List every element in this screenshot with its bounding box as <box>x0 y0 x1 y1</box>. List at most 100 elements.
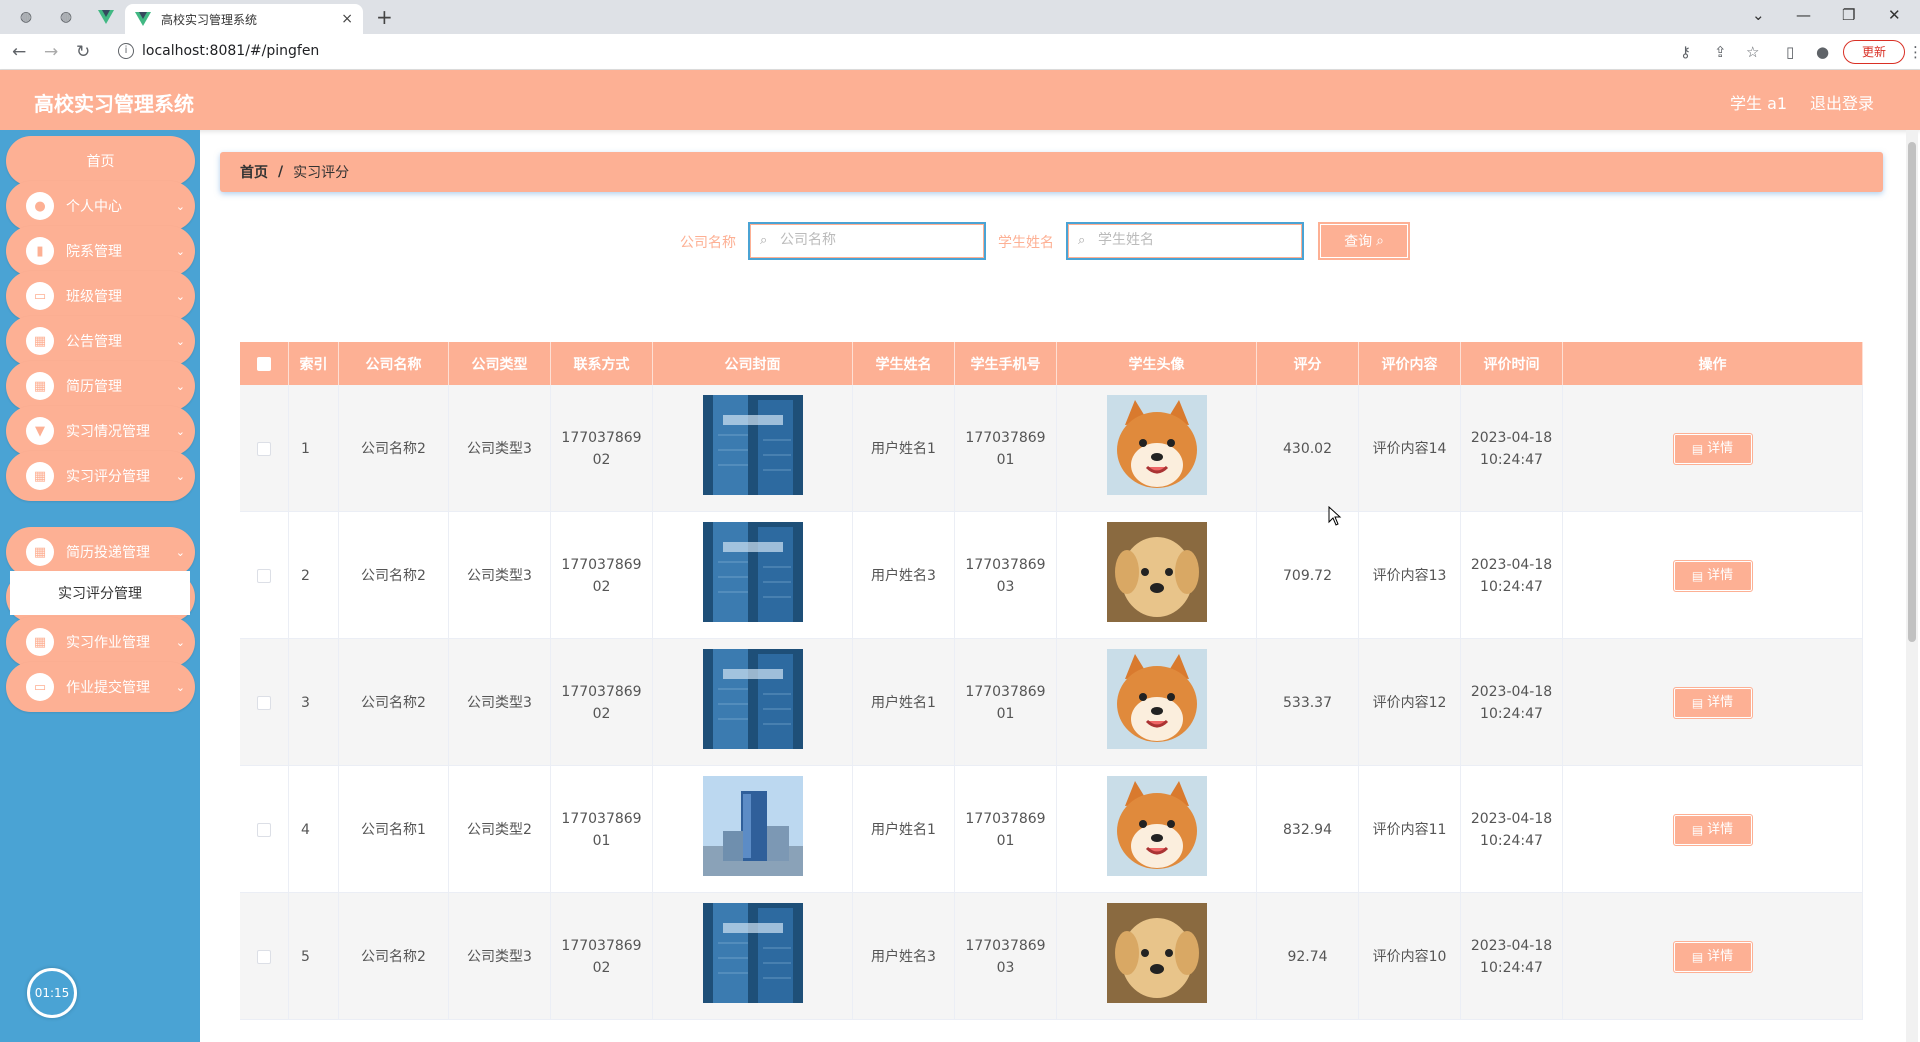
close-window-button[interactable]: ✕ <box>1888 6 1901 24</box>
detail-button[interactable]: ▤ 详情 <box>1672 813 1753 846</box>
company-cover-image[interactable] <box>702 776 803 883</box>
phone-line: 177037869 <box>965 683 1046 700</box>
star-icon[interactable]: ☆ <box>1746 43 1759 61</box>
sidebar-item-3[interactable]: ▭ 班级管理 ⌄ <box>6 271 195 321</box>
profile-icon[interactable]: ● <box>1816 43 1829 61</box>
sidebar-item-5[interactable]: ▦ 简历管理 ⌄ <box>6 361 195 411</box>
table-row[interactable]: 3 公司名称2 公司类型3 177037869 02 用户姓名1 177037869 01 53… <box>240 639 1863 766</box>
student-name-input[interactable] <box>1098 232 1288 248</box>
company-cover-image[interactable] <box>702 395 803 502</box>
sidebar: 首页 ● 个人中心 ⌄ ▮ 院系管理 ⌄ ▭ 班级管理 ⌄ ▦ 公告管理 ⌄ ▦ 简历管理 ⌄ ▼ 实习情况管理… <box>0 130 200 1042</box>
submenu-item-internship-score[interactable]: 实习评分管理 <box>10 571 190 615</box>
forward-icon[interactable]: → <box>44 42 58 62</box>
sidebar-item-4[interactable]: ▦ 公告管理 ⌄ <box>6 316 195 366</box>
sidebar-item-6[interactable]: ▼ 实习情况管理 ⌄ <box>6 406 195 456</box>
col-contact-header[interactable]: 联系方式 <box>551 342 653 385</box>
tab-close-button[interactable]: × <box>341 11 353 27</box>
cell-comment: 评价内容12 <box>1372 694 1447 711</box>
page-scrollbar[interactable] <box>1906 130 1918 1042</box>
sidepanel-icon[interactable]: ▯ <box>1786 43 1794 61</box>
sidebar-item-11[interactable]: ▭ 作业提交管理 ⌄ <box>6 662 195 712</box>
cell-company: 公司名称2 <box>361 694 426 711</box>
sidebar-item-1[interactable]: ● 个人中心 ⌄ <box>6 181 195 231</box>
student-avatar-image[interactable] <box>1106 903 1207 1010</box>
col-score-header[interactable]: 评分 <box>1257 342 1359 385</box>
cell-phone: 177037869 01 <box>965 808 1045 852</box>
student-avatar-image[interactable] <box>1106 776 1207 883</box>
query-button[interactable]: 查询 ⌕ <box>1318 222 1410 260</box>
restore-button[interactable]: ❐ <box>1842 6 1855 24</box>
col-type-header[interactable]: 公司类型 <box>449 342 551 385</box>
sidebar-item-10[interactable]: ▦ 实习作业管理 ⌄ <box>6 617 195 667</box>
info-icon[interactable]: i <box>118 43 134 59</box>
select-all-checkbox[interactable] <box>257 356 271 371</box>
share-icon[interactable]: ⇪ <box>1714 43 1727 61</box>
phone-line: 03 <box>996 578 1015 595</box>
detail-button[interactable]: ▤ 详情 <box>1672 559 1753 592</box>
col-phone-header[interactable]: 学生手机号 <box>955 342 1057 385</box>
globe-icon[interactable]: ◍ <box>56 7 76 27</box>
row-checkbox[interactable] <box>257 695 271 710</box>
sidebar-item-8[interactable]: ▦ 简历投递管理 ⌄ <box>6 527 195 577</box>
time-line: 10:24:47 <box>1480 705 1543 722</box>
grid-icon: ▦ <box>26 538 54 566</box>
time-line: 2023-04-18 <box>1470 556 1553 573</box>
col-score-cell: 709.72 <box>1257 512 1359 639</box>
col-student-header[interactable]: 学生姓名 <box>853 342 955 385</box>
company-cover-image[interactable] <box>702 903 803 1010</box>
sidebar-item-2[interactable]: ▮ 院系管理 ⌄ <box>6 226 195 276</box>
cell-time: 2023-04-18 10:24:47 <box>1471 427 1552 471</box>
logout-link[interactable]: 退出登录 <box>1810 90 1874 114</box>
col-action-header[interactable]: 操作 <box>1563 342 1863 385</box>
company-name-field[interactable]: ⌕ <box>748 222 986 260</box>
url-field[interactable]: i localhost:8081/#/pingfen <box>110 38 1880 66</box>
breadcrumb-home[interactable]: 首页 <box>240 162 268 182</box>
sidebar-item-7[interactable]: ▦ 实习评分管理 ⌄ <box>6 451 195 501</box>
col-contact-cell: 177037869 01 <box>551 766 653 893</box>
student-avatar-image[interactable] <box>1106 649 1207 756</box>
new-tab-button[interactable]: + <box>376 5 393 29</box>
url-text[interactable]: localhost:8081/#/pingfen <box>142 43 319 59</box>
active-tab[interactable]: 高校实习管理系统 × <box>125 4 363 34</box>
detail-button[interactable]: ▤ 详情 <box>1672 940 1753 973</box>
menu-icon[interactable]: ⋮ <box>1908 43 1920 61</box>
table-row[interactable]: 2 公司名称2 公司类型3 177037869 02 用户姓名3 177037869 03 70… <box>240 512 1863 639</box>
chevron-down-icon: ⌄ <box>175 680 185 694</box>
student-avatar-image[interactable] <box>1106 395 1207 502</box>
table-row[interactable]: 4 公司名称1 公司类型2 177037869 01 用户姓名1 177037869 01 83… <box>240 766 1863 893</box>
back-icon[interactable]: ← <box>12 42 26 62</box>
col-cover-header[interactable]: 公司封面 <box>653 342 853 385</box>
key-icon[interactable]: ⚷ <box>1680 43 1691 61</box>
sidebar-item-home[interactable]: 首页 <box>6 136 195 186</box>
globe-icon[interactable]: ◍ <box>16 7 36 27</box>
col-comment-header[interactable]: 评价内容 <box>1359 342 1461 385</box>
vue-logo-icon[interactable] <box>96 7 116 27</box>
col-time-header[interactable]: 评价时间 <box>1461 342 1563 385</box>
col-company-cell: 公司名称1 <box>339 766 449 893</box>
detail-button[interactable]: ▤ 详情 <box>1672 686 1753 719</box>
update-button[interactable]: 更新 <box>1843 40 1905 64</box>
detail-button[interactable]: ▤ 详情 <box>1672 432 1753 465</box>
student-avatar-image[interactable] <box>1106 522 1207 629</box>
row-checkbox[interactable] <box>257 949 271 964</box>
company-cover-image[interactable] <box>702 649 803 756</box>
col-avatar-header[interactable]: 学生头像 <box>1057 342 1257 385</box>
row-checkbox[interactable] <box>257 822 271 837</box>
cell-comment: 评价内容11 <box>1372 821 1447 838</box>
tab-search-button[interactable]: ⌄ <box>1752 6 1765 24</box>
minimize-button[interactable]: — <box>1796 6 1811 24</box>
student-name-field[interactable]: ⌕ <box>1066 222 1304 260</box>
row-checkbox[interactable] <box>257 441 271 456</box>
company-cover-image[interactable] <box>702 522 803 629</box>
col-company-header[interactable]: 公司名称 <box>339 342 449 385</box>
cell-phone: 177037869 01 <box>965 681 1045 725</box>
time-line: 10:24:47 <box>1480 959 1543 976</box>
col-index-header[interactable]: 索引 <box>289 342 339 385</box>
scrollbar-thumb[interactable] <box>1908 142 1916 642</box>
company-name-input[interactable] <box>780 232 970 248</box>
reload-icon[interactable]: ↻ <box>76 42 90 62</box>
table-row[interactable]: 1 公司名称2 公司类型3 177037869 02 用户姓名1 177037869 01 43… <box>240 385 1863 512</box>
row-checkbox[interactable] <box>257 568 271 583</box>
table-row[interactable]: 5 公司名称2 公司类型3 177037869 02 用户姓名3 177037869 03 92… <box>240 893 1863 1020</box>
sidebar-item-label: 简历管理 <box>66 379 122 395</box>
